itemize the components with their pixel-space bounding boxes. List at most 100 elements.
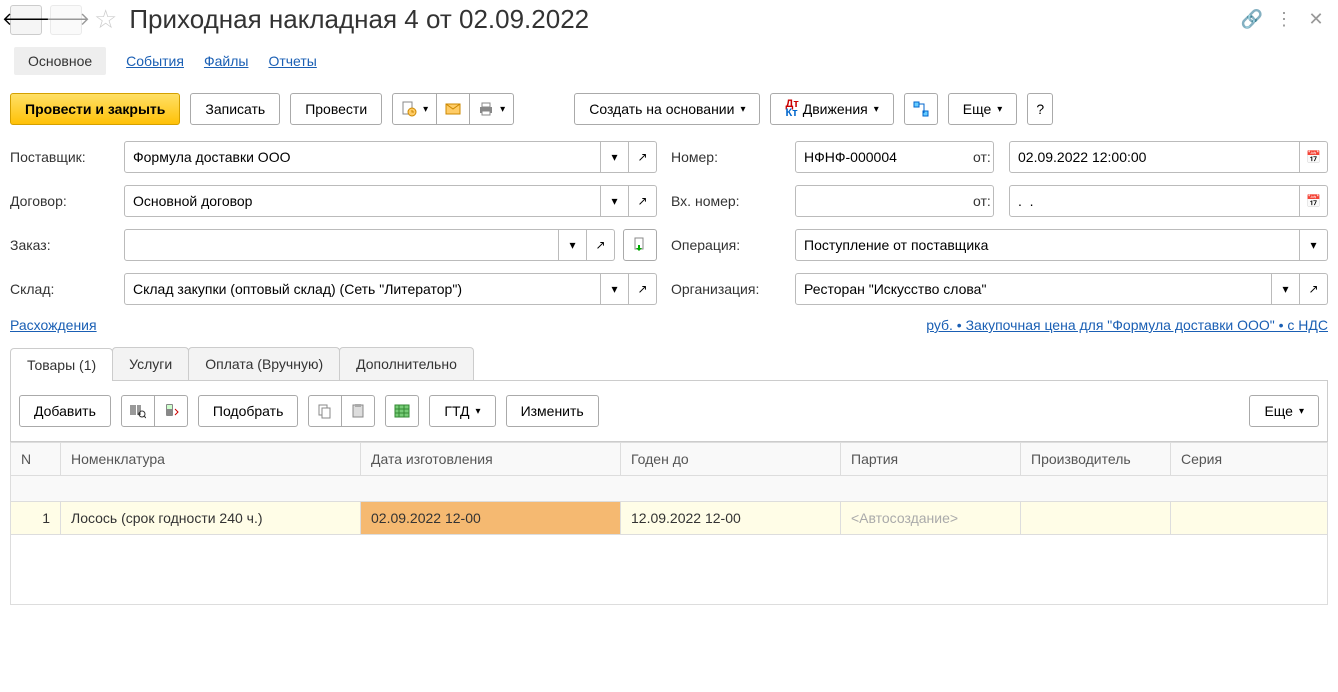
- copy-button[interactable]: [308, 395, 342, 427]
- attachment-group: ▾ ▾: [392, 93, 514, 125]
- barcode-scan-button[interactable]: [121, 395, 155, 427]
- cell-series[interactable]: [1171, 502, 1328, 535]
- gtd-button[interactable]: ГТД ▾: [429, 395, 495, 427]
- warehouse-dropdown-button[interactable]: ▾: [601, 273, 629, 305]
- order-open-button[interactable]: ↗: [587, 229, 615, 261]
- price-info-link[interactable]: руб. • Закупочная цена для "Формула дост…: [926, 317, 1328, 333]
- org-open-button[interactable]: ↗: [1300, 273, 1328, 305]
- operation-label: Операция:: [671, 237, 781, 253]
- print-button[interactable]: ▾: [469, 93, 514, 125]
- attachment-button[interactable]: ▾: [392, 93, 437, 125]
- favorite-star-icon[interactable]: ☆: [94, 4, 117, 35]
- sub-more-button[interactable]: Еще ▾: [1249, 395, 1319, 427]
- gtd-label: ГТД: [444, 403, 469, 419]
- col-mfg-date[interactable]: Дата изготовления: [361, 443, 621, 476]
- contract-dropdown-button[interactable]: ▾: [601, 185, 629, 217]
- subtab-additional[interactable]: Дополнительно: [339, 347, 474, 380]
- back-button[interactable]: 🡐: [10, 5, 42, 35]
- device-import-button[interactable]: [154, 395, 188, 427]
- spreadsheet-icon: [394, 403, 410, 419]
- contract-input[interactable]: [124, 185, 601, 217]
- supplier-dropdown-button[interactable]: ▾: [601, 141, 629, 173]
- date-picker-button[interactable]: 📅: [1300, 141, 1328, 173]
- more-button[interactable]: Еще ▾: [948, 93, 1018, 125]
- dt-kt-icon: ДтКт: [785, 100, 798, 118]
- operation-input[interactable]: [795, 229, 1300, 261]
- operation-dropdown-button[interactable]: ▾: [1300, 229, 1328, 261]
- cell-manufacturer[interactable]: [1021, 502, 1171, 535]
- sub-toolbar: Добавить Подобрать ГТД ▾ Изменить Еще ▾: [10, 381, 1328, 442]
- movements-label: Движения: [803, 101, 868, 117]
- links-row: Расхождения руб. • Закупочная цена для "…: [10, 317, 1328, 333]
- nav-tabs: Основное События Файлы Отчеты: [10, 47, 1328, 75]
- page-title: Приходная накладная 4 от 02.09.2022: [129, 4, 1232, 35]
- order-refresh-button[interactable]: [623, 229, 657, 261]
- incoming-date-picker-button[interactable]: 📅: [1300, 185, 1328, 217]
- warehouse-input[interactable]: [124, 273, 601, 305]
- supplier-input[interactable]: [124, 141, 601, 173]
- subtab-goods[interactable]: Товары (1): [10, 348, 113, 381]
- cell-batch[interactable]: <Автосоздание>: [841, 502, 1021, 535]
- cell-expiry[interactable]: 12.09.2022 12-00: [621, 502, 841, 535]
- number-input[interactable]: [795, 141, 994, 173]
- paste-icon: [350, 403, 366, 419]
- date-input[interactable]: [1009, 141, 1300, 173]
- col-series[interactable]: Серия: [1171, 443, 1328, 476]
- table-empty-row: [11, 535, 1328, 605]
- contract-open-button[interactable]: ↗: [629, 185, 657, 217]
- subtab-services[interactable]: Услуги: [112, 347, 189, 380]
- create-based-label: Создать на основании: [589, 101, 734, 117]
- order-dropdown-button[interactable]: ▾: [559, 229, 587, 261]
- device-icon: [163, 403, 179, 419]
- structure-button[interactable]: [904, 93, 938, 125]
- cell-nomenclature[interactable]: Лосось (срок годности 240 ч.): [61, 502, 361, 535]
- post-button[interactable]: Провести: [290, 93, 382, 125]
- warehouse-label: Склад:: [10, 281, 110, 297]
- post-and-close-button[interactable]: Провести и закрыть: [10, 93, 180, 125]
- supplier-open-button[interactable]: ↗: [629, 141, 657, 173]
- subtab-payment[interactable]: Оплата (Вручную): [188, 347, 340, 380]
- incoming-date-label: от:: [973, 193, 1001, 209]
- order-input[interactable]: [124, 229, 559, 261]
- incoming-number-input[interactable]: [795, 185, 994, 217]
- col-n[interactable]: N: [11, 443, 61, 476]
- table-header-row: N Номенклатура Дата изготовления Годен д…: [11, 443, 1328, 476]
- number-label: Номер:: [671, 149, 781, 165]
- close-icon[interactable]: ✕: [1304, 9, 1328, 30]
- forward-button: 🡒: [50, 5, 82, 35]
- warehouse-open-button[interactable]: ↗: [629, 273, 657, 305]
- envelope-icon: [445, 101, 461, 117]
- link-icon[interactable]: 🔗: [1240, 9, 1264, 30]
- table-row[interactable]: 1 Лосось (срок годности 240 ч.) 02.09.20…: [11, 502, 1328, 535]
- select-items-button[interactable]: Подобрать: [198, 395, 299, 427]
- cell-mfg-date[interactable]: 02.09.2022 12-00: [361, 502, 621, 535]
- save-button[interactable]: Записать: [190, 93, 280, 125]
- add-row-button[interactable]: Добавить: [19, 395, 111, 427]
- paste-button[interactable]: [341, 395, 375, 427]
- kebab-menu-icon[interactable]: ⋮: [1272, 9, 1296, 30]
- col-batch[interactable]: Партия: [841, 443, 1021, 476]
- spreadsheet-button[interactable]: [385, 395, 419, 427]
- movements-button[interactable]: ДтКт Движения ▾: [770, 93, 893, 125]
- col-expiry[interactable]: Годен до: [621, 443, 841, 476]
- change-button[interactable]: Изменить: [506, 395, 599, 427]
- printer-icon: [478, 101, 494, 117]
- cell-n[interactable]: 1: [11, 502, 61, 535]
- incoming-date-input[interactable]: [1009, 185, 1300, 217]
- more-label: Еще: [963, 101, 992, 117]
- col-manufacturer[interactable]: Производитель: [1021, 443, 1171, 476]
- tab-events[interactable]: События: [126, 47, 184, 75]
- tab-reports[interactable]: Отчеты: [268, 47, 316, 75]
- help-button[interactable]: ?: [1027, 93, 1053, 125]
- subtabs: Товары (1) Услуги Оплата (Вручную) Допол…: [10, 347, 1328, 381]
- tab-main[interactable]: Основное: [14, 47, 106, 75]
- tab-files[interactable]: Файлы: [204, 47, 248, 75]
- date-from-label: от:: [973, 149, 1001, 165]
- goods-table: N Номенклатура Дата изготовления Годен д…: [10, 442, 1328, 605]
- org-input[interactable]: [795, 273, 1272, 305]
- org-dropdown-button[interactable]: ▾: [1272, 273, 1300, 305]
- col-nomenclature[interactable]: Номенклатура: [61, 443, 361, 476]
- create-based-button[interactable]: Создать на основании ▾: [574, 93, 760, 125]
- email-button[interactable]: [436, 93, 470, 125]
- discrepancies-link[interactable]: Расхождения: [10, 317, 97, 333]
